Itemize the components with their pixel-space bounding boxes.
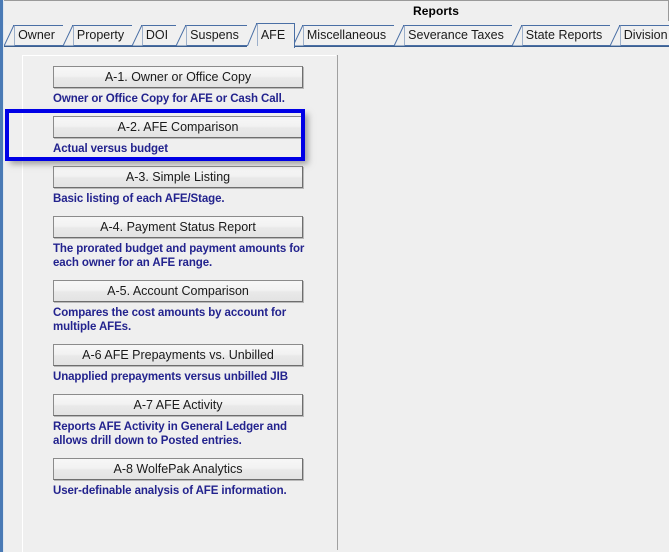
- tab-label: Suspens: [190, 28, 239, 42]
- tab-label: State Reports: [525, 28, 603, 42]
- report-description: Reports AFE Activity in General Ledger a…: [53, 421, 287, 447]
- report-description: Compares the cost amounts by account for…: [53, 307, 287, 333]
- report-item: A-5. Account Comparison Compares the cost…: [23, 280, 337, 334]
- report-button-1[interactable]: A-1. Owner or Office Copy: [53, 66, 303, 88]
- tab-property[interactable]: Property: [63, 25, 134, 46]
- report-description: Actual versus budget: [53, 143, 168, 155]
- report-description: Owner or Office Copy for AFE or Cash Cal…: [53, 93, 285, 105]
- tab-content-afe: A-1. Owner or Office Copy Owner or Office…: [4, 47, 669, 552]
- tab-miscellaneous[interactable]: Miscellaneous: [293, 25, 396, 46]
- report-item: A-7 AFE Activity Reports AFE Activity in …: [23, 394, 337, 448]
- report-button-8[interactable]: A-8 WolfePak Analytics: [53, 458, 303, 480]
- tab-suspens[interactable]: Suspens: [176, 25, 249, 46]
- report-button-4[interactable]: A-4. Payment Status Report: [53, 216, 303, 238]
- report-description: Basic listing of each AFE/Stage.: [53, 193, 225, 205]
- report-item: A-1. Owner or Office Copy Owner or Office…: [23, 66, 337, 106]
- report-description: The prorated budget and payment amounts …: [53, 243, 305, 269]
- report-description: Unapplied prepayments versus unbilled JI…: [53, 371, 288, 383]
- report-list: A-1. Owner or Office Copy Owner or Office…: [23, 56, 337, 498]
- report-item: A-3. Simple Listing Basic listing of each…: [23, 166, 337, 206]
- tab-label: Division Orders: [623, 28, 669, 42]
- report-item: A-2. AFE Comparison Actual versus budget: [23, 116, 337, 156]
- tab-label: AFE: [260, 27, 286, 42]
- tab-owner[interactable]: Owner: [4, 25, 65, 46]
- tab-label: Severance Taxes: [408, 28, 504, 42]
- page-title: Reports: [412, 4, 460, 18]
- report-button-2[interactable]: A-2. AFE Comparison: [53, 116, 303, 138]
- tab-label: DOI: [145, 28, 169, 42]
- panel-divider: [337, 55, 338, 550]
- report-button-3[interactable]: A-3. Simple Listing: [53, 166, 303, 188]
- tab-label: Miscellaneous: [306, 28, 387, 42]
- tab-bar: Owner Property DOI Suspens AFE Miscellaneous S…: [4, 21, 669, 48]
- report-item: A-8 WolfePak Analytics User-definable ana…: [23, 458, 337, 498]
- title-bar: Reports: [4, 0, 669, 21]
- tab-label: Owner: [18, 28, 55, 42]
- report-description: User-definable analysis of AFE informati…: [53, 485, 287, 497]
- report-button-6[interactable]: A-6 AFE Prepayments vs. Unbilled: [53, 344, 303, 366]
- tab-state-reports[interactable]: State Reports: [512, 25, 612, 46]
- tab-division-orders[interactable]: Division Orders: [610, 25, 669, 46]
- reports-window: Reports Owner Property DOI Suspens AFE Miscel…: [0, 0, 669, 552]
- report-button-7[interactable]: A-7 AFE Activity: [53, 394, 303, 416]
- tab-label: Property: [76, 28, 125, 42]
- report-button-5[interactable]: A-5. Account Comparison: [53, 280, 303, 302]
- tab-doi[interactable]: DOI: [132, 25, 178, 46]
- report-panel: A-1. Owner or Office Copy Owner or Office…: [5, 55, 337, 552]
- report-item: A-4. Payment Status Report The prorated b…: [23, 216, 337, 270]
- tab-severance-taxes[interactable]: Severance Taxes: [394, 25, 514, 46]
- tab-afe[interactable]: AFE: [247, 23, 295, 48]
- report-item: A-6 AFE Prepayments vs. Unbilled Unapplie…: [23, 344, 337, 384]
